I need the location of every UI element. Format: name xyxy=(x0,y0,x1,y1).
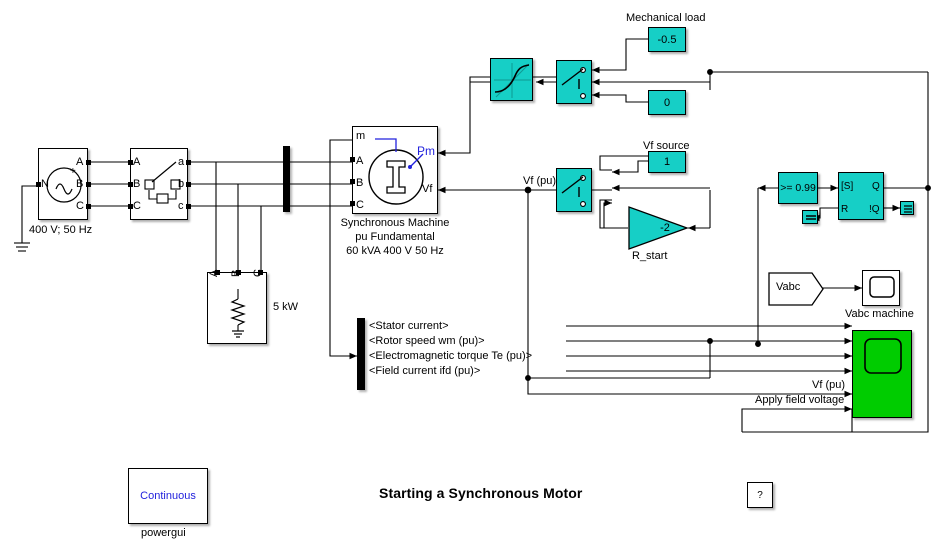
machine-port-a: A xyxy=(356,155,364,167)
ground-symbol[interactable] xyxy=(8,238,38,258)
rate-limiter-block[interactable] xyxy=(490,58,533,101)
machine-port-vf: Vf xyxy=(422,183,433,195)
mechanical-load-group-label: Mechanical load xyxy=(626,12,706,24)
r-start-gain-value: -2 xyxy=(660,222,670,234)
measurement-busbar xyxy=(283,146,290,212)
breaker-out-a: a xyxy=(178,156,185,168)
machine-port-b: B xyxy=(356,177,364,189)
vabc-from-label: Vabc xyxy=(776,281,801,293)
bus-signal-rotor-speed: <Rotor speed wm (pu)> xyxy=(369,335,485,347)
vf-source-constant[interactable]: 1 xyxy=(648,151,686,173)
scope-input-label-vf-pu: Vf (pu) xyxy=(812,379,846,391)
source-port-c: C xyxy=(76,200,84,212)
load-port-c: C xyxy=(252,269,264,277)
machine-port-pm: Pm xyxy=(417,144,435,158)
simulink-model-canvas: N A B C + 400 V; 50 Hz A B C a b c A B C… xyxy=(0,0,950,546)
load-port-b: B xyxy=(230,269,242,277)
mechanical-load-constant[interactable]: -0.5 xyxy=(648,27,686,52)
machine-port-c: C xyxy=(356,199,364,211)
source-port-a: A xyxy=(76,156,84,168)
machine-port-m: m xyxy=(356,130,366,142)
powergui-caption: powergui xyxy=(141,527,186,539)
powergui-block[interactable]: Continuous xyxy=(128,468,208,524)
r-start-gain-label: R_start xyxy=(632,250,668,262)
vf-switch-block[interactable] xyxy=(556,168,592,212)
machine-caption-line3: 60 kVA 400 V 50 Hz xyxy=(346,245,444,257)
source-port-b: B xyxy=(76,178,84,190)
machine-caption-line2: pu Fundamental xyxy=(355,231,435,243)
powergui-text: Continuous xyxy=(140,490,196,502)
flipflop-port-r: R xyxy=(841,204,849,215)
source-polarity-plus: + xyxy=(70,166,76,177)
vabc-from-block[interactable]: Vabc xyxy=(768,272,824,306)
goto-tag-reset[interactable] xyxy=(802,210,818,224)
flipflop-port-s: [S] xyxy=(841,181,854,192)
vabc-machine-scope-block[interactable] xyxy=(862,270,900,306)
source-caption: 400 V; 50 Hz xyxy=(29,224,93,236)
load-port-a: A xyxy=(208,269,220,277)
vabc-machine-scope-label: Vabc machine xyxy=(845,308,914,320)
bus-signal-field-current: <Field current ifd (pu)> xyxy=(369,365,481,377)
vf-pu-signal-label: Vf (pu) xyxy=(523,175,557,187)
r-start-gain-block[interactable]: -2 xyxy=(628,206,689,250)
breaker-out-c: c xyxy=(178,200,184,212)
bus-selector-block[interactable] xyxy=(357,318,365,390)
three-phase-load-block[interactable] xyxy=(207,270,267,344)
flipflop-port-q: Q xyxy=(872,181,880,192)
breaker-in-a: A xyxy=(133,156,141,168)
breaker-in-b: B xyxy=(133,178,141,190)
help-button-block[interactable]: ? xyxy=(747,482,773,508)
mechanical-load-switch-block[interactable] xyxy=(556,60,592,104)
bus-signal-torque: <Electromagnetic torque Te (pu)> xyxy=(369,350,533,362)
machine-caption-line1: Synchronous Machine xyxy=(340,217,450,229)
breaker-in-c: C xyxy=(133,200,141,212)
compare-to-constant-block[interactable]: >= 0.99 xyxy=(778,172,818,204)
main-scope-block[interactable] xyxy=(852,330,912,418)
flipflop-port-not-q: !Q xyxy=(869,204,880,215)
page-title: Starting a Synchronous Motor xyxy=(379,485,583,501)
source-port-n: N xyxy=(41,178,49,190)
goto-tag-not-q[interactable] xyxy=(900,201,914,215)
mechanical-zero-constant[interactable]: 0 xyxy=(648,90,686,115)
breaker-out-b: b xyxy=(178,178,185,190)
bus-signal-stator-current: <Stator current> xyxy=(369,320,449,332)
load-caption: 5 kW xyxy=(273,301,299,313)
scope-input-label-apply-field: Apply field voltage xyxy=(755,394,845,406)
